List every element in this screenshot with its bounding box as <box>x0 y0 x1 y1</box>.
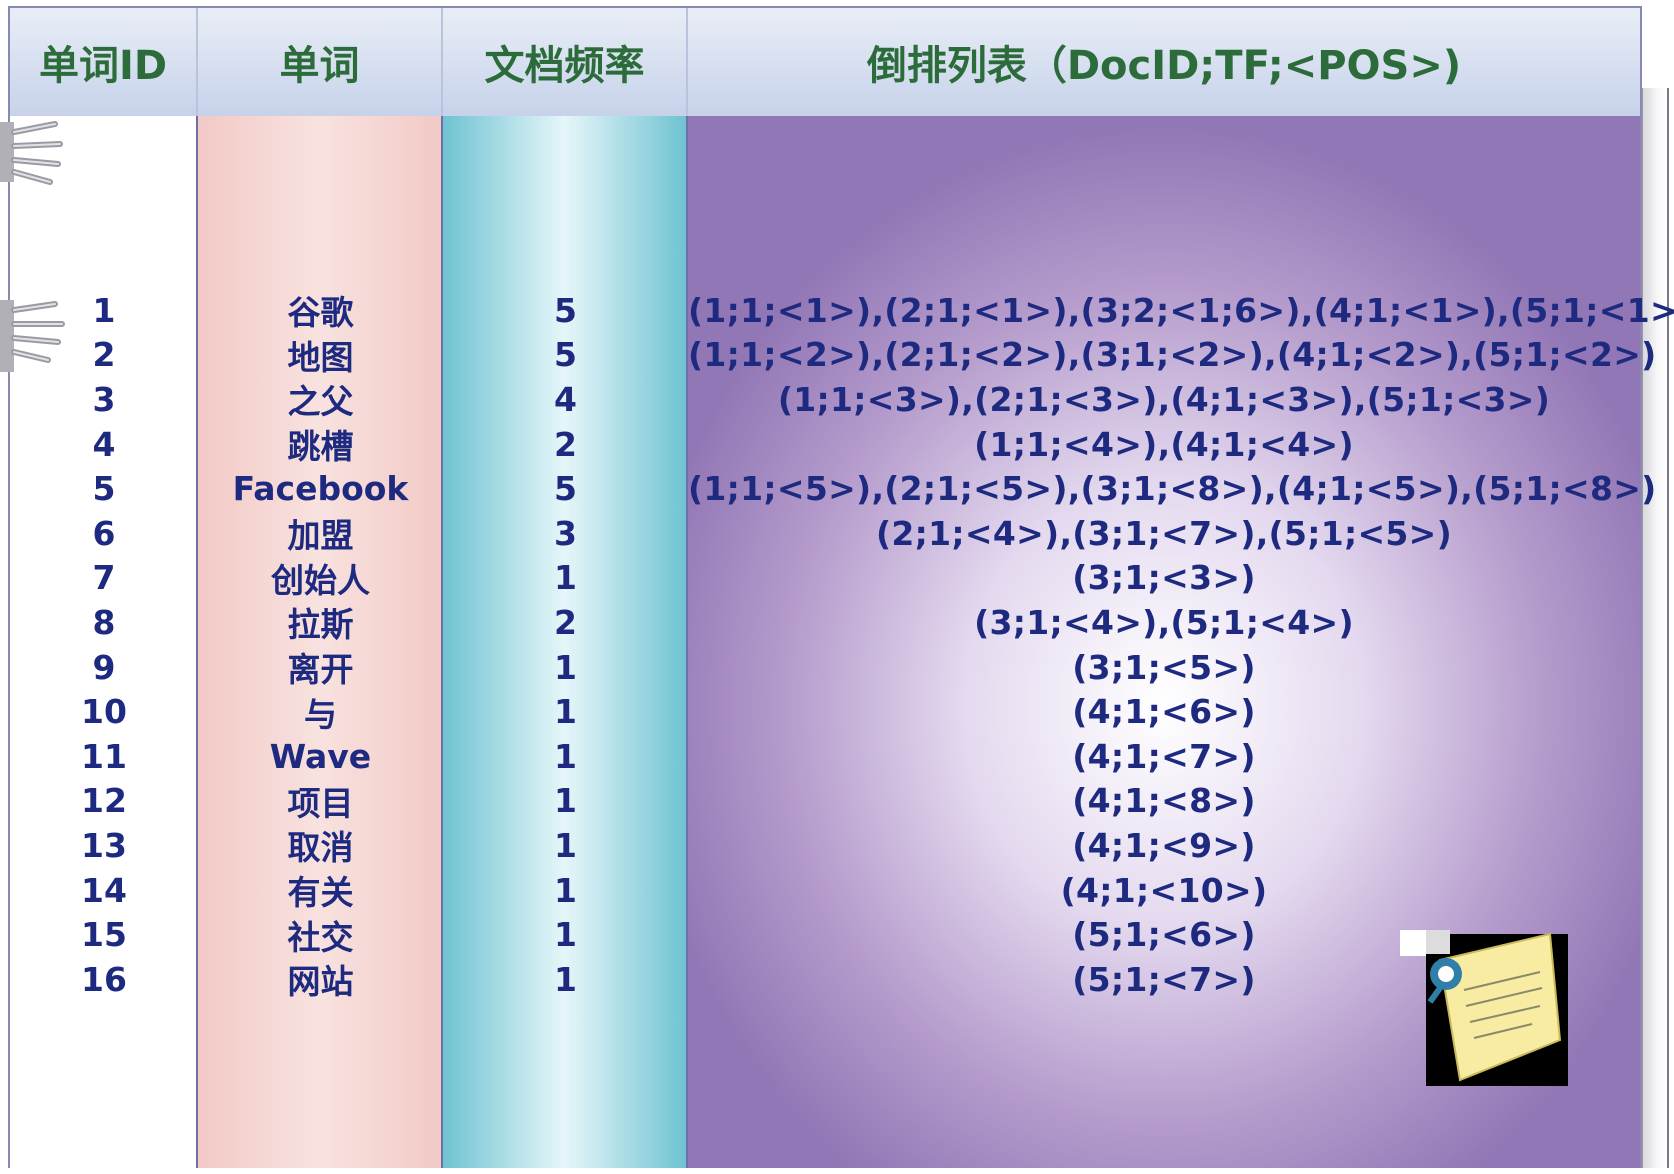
table-header: 单词ID 单词 文档频率 倒排列表（DocID;TF;<POS>) <box>10 8 1640 116</box>
word-cell: 创始人 <box>271 560 370 600</box>
word-cell: 项目 <box>287 783 354 823</box>
postings-cell: (4;1;<6>) <box>1072 692 1256 732</box>
doc-frequency-cell: 1 <box>554 959 577 999</box>
word-id-cell: 9 <box>92 647 116 687</box>
doc-frequency-cell: 1 <box>554 781 577 821</box>
word-id-cell: 6 <box>92 513 116 553</box>
header-doc-frequency: 文档频率 <box>443 8 688 116</box>
box-side-face <box>1642 88 1669 1168</box>
word-id-cell: 3 <box>92 379 116 419</box>
table-row: 6 加盟 3 (2;1;<4>),(3;1;<7>),(5;1;<5>) <box>10 511 1640 556</box>
word-id-cell: 12 <box>81 781 127 821</box>
doc-frequency-cell: 5 <box>554 290 577 330</box>
word-cell: 取消 <box>287 828 354 868</box>
word-id-cell: 4 <box>92 424 116 464</box>
table-row: 5 Facebook 5 (1;1;<5>),(2;1;<5>),(3;1;<8>),… <box>10 466 1657 511</box>
doc-frequency-cell: 2 <box>554 424 577 464</box>
table-row: 4 跳槽 2 (1;1;<4>),(4;1;<4>) <box>10 422 1640 467</box>
word-cell: 与 <box>304 694 337 734</box>
table-row: 15 社交 1 (5;1;<6>) <box>10 912 1640 957</box>
table-row: 3 之父 4 (1;1;<3>),(2;1;<3>),(4;1;<3>),(5;1;<… <box>10 377 1640 422</box>
postings-cell: (3;1;<4>),(5;1;<4>) <box>974 602 1354 642</box>
header-word-id: 单词ID <box>10 8 198 116</box>
word-cell: Facebook <box>232 469 409 509</box>
word-cell: 谷歌 <box>287 293 354 333</box>
word-id-cell: 14 <box>81 870 127 910</box>
word-cell: Wave <box>269 736 372 776</box>
doc-frequency-cell: 1 <box>554 825 577 865</box>
table-row: 8 拉斯 2 (3;1;<4>),(5;1;<4>) <box>10 600 1640 645</box>
word-cell: 之父 <box>287 382 354 422</box>
table-row: 2 地图 5 (1;1;<2>),(2;1;<2>),(3;1;<2>),(4;1;<… <box>10 333 1657 378</box>
doc-frequency-cell: 2 <box>554 602 577 642</box>
robot-hand-icon <box>0 121 63 185</box>
doc-frequency-cell: 1 <box>554 736 577 776</box>
inverted-index-slide: 单词ID 单词 文档频率 倒排列表（DocID;TF;<POS>) 1 谷歌 5 (1… <box>0 0 1674 1174</box>
doc-frequency-cell: 1 <box>554 870 577 910</box>
postings-cell: (4;1;<8>) <box>1072 781 1256 821</box>
table-row: 1 谷歌 5 (1;1;<1>),(2;1;<1>),(3;2;<1;6>),(4;1… <box>10 288 1674 333</box>
word-cell: 加盟 <box>287 516 354 556</box>
table-row: 7 创始人 1 (3;1;<3>) <box>10 556 1640 601</box>
word-id-cell: 10 <box>81 692 127 732</box>
sticky-note-icon <box>1400 930 1568 1086</box>
robot-hand-icon <box>0 300 65 372</box>
postings-cell: (1;1;<1>),(2;1;<1>),(3;2;<1;6>),(4;1;<1>… <box>688 290 1674 330</box>
postings-cell: (2;1;<4>),(3;1;<7>),(5;1;<5>) <box>876 513 1452 553</box>
postings-cell: (1;1;<4>),(4;1;<4>) <box>974 424 1354 464</box>
postings-cell: (1;1;<2>),(2;1;<2>),(3;1;<2>),(4;1;<2>),… <box>688 335 1657 375</box>
doc-frequency-cell: 1 <box>554 647 577 687</box>
postings-cell: (3;1;<3>) <box>1072 558 1256 598</box>
table-row: 12 项目 1 (4;1;<8>) <box>10 779 1640 824</box>
word-cell: 离开 <box>287 650 354 690</box>
table-row: 9 离开 1 (3;1;<5>) <box>10 645 1640 690</box>
word-id-cell: 5 <box>92 469 116 509</box>
header-word: 单词 <box>198 8 443 116</box>
word-cell: 地图 <box>287 337 354 377</box>
doc-frequency-cell: 1 <box>554 692 577 732</box>
table-body: 1 谷歌 5 (1;1;<1>),(2;1;<1>),(3;2;<1;6>),(4;1… <box>10 288 1674 1002</box>
postings-cell: (4;1;<10>) <box>1060 870 1268 910</box>
word-id-cell: 15 <box>81 915 127 955</box>
word-cell: 有关 <box>287 873 354 913</box>
doc-frequency-cell: 1 <box>554 915 577 955</box>
doc-frequency-cell: 5 <box>554 335 577 375</box>
postings-cell: (4;1;<7>) <box>1072 736 1256 776</box>
word-id-cell: 13 <box>81 825 127 865</box>
postings-cell: (1;1;<5>),(2;1;<5>),(3;1;<8>),(4;1;<5>),… <box>688 469 1657 509</box>
doc-frequency-cell: 3 <box>554 513 577 553</box>
header-postings-list: 倒排列表（DocID;TF;<POS>) <box>688 8 1640 116</box>
table-row: 14 有关 1 (4;1;<10>) <box>10 868 1640 913</box>
table-row: 11 Wave 1 (4;1;<7>) <box>10 734 1640 779</box>
word-id-cell: 7 <box>92 558 116 598</box>
word-cell: 网站 <box>287 962 354 1002</box>
word-id-cell: 16 <box>81 959 127 999</box>
table-row: 13 取消 1 (4;1;<9>) <box>10 823 1640 868</box>
word-cell: 跳槽 <box>287 427 354 467</box>
postings-cell: (3;1;<5>) <box>1072 647 1256 687</box>
word-id-cell: 8 <box>92 602 116 642</box>
doc-frequency-cell: 1 <box>554 558 577 598</box>
word-cell: 社交 <box>287 917 354 957</box>
postings-cell: (1;1;<3>),(2;1;<3>),(4;1;<3>),(5;1;<3>) <box>777 379 1551 419</box>
word-id-cell: 11 <box>81 736 127 776</box>
table-row: 16 网站 1 (5;1;<7>) <box>10 957 1640 1002</box>
table-row: 10 与 1 (4;1;<6>) <box>10 689 1640 734</box>
doc-frequency-cell: 5 <box>554 469 577 509</box>
postings-cell: (4;1;<9>) <box>1072 825 1256 865</box>
inverted-index-table: 单词ID 单词 文档频率 倒排列表（DocID;TF;<POS>) 1 谷歌 5 (1… <box>8 6 1674 1168</box>
word-cell: 拉斯 <box>287 605 354 645</box>
doc-frequency-cell: 4 <box>554 379 577 419</box>
